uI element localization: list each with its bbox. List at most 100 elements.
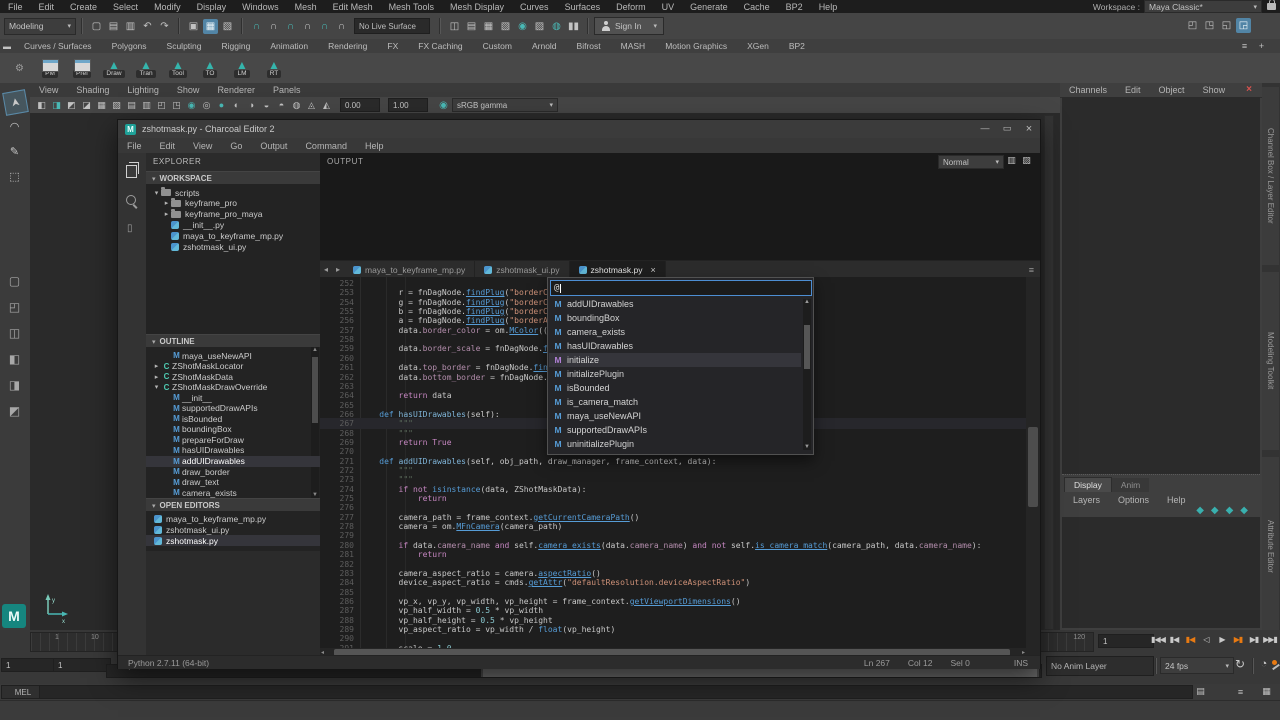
sidebar-tab-modeling-toolkit[interactable]: Modeling Toolkit [1262, 272, 1279, 452]
outline-item-zshotmasklocator[interactable]: ▸CZShotMaskLocator [146, 361, 320, 372]
step-forward-frame-icon[interactable]: ▶▮ [1247, 632, 1261, 646]
workspace-item-init-py[interactable]: __init__.py [146, 219, 336, 230]
anim-layer-field[interactable]: No Anim Layer [1046, 656, 1154, 676]
gamma-field[interactable]: 1.00 [388, 98, 428, 112]
explorer-icon[interactable] [126, 165, 137, 180]
shelf-tab-sculpting[interactable]: Sculpting [157, 41, 212, 51]
modeling-toolkit-toggle-icon[interactable]: ◱ [1219, 18, 1234, 33]
channel-box-toggle-icon[interactable]: ◲ [1236, 18, 1251, 33]
shelf-item-pm[interactable]: PM [35, 59, 65, 78]
menu-uv[interactable]: UV [654, 2, 683, 12]
layer-menu-layers[interactable]: Layers [1064, 495, 1109, 505]
select-hierarchy-icon[interactable]: ▣ [186, 19, 201, 34]
open-editor-maya-to-keyframe-mp-py[interactable]: maya_to_keyframe_mp.py [146, 513, 328, 524]
menu-mesh-display[interactable]: Mesh Display [442, 2, 512, 12]
workspace-item-scripts[interactable]: ▾scripts [146, 187, 326, 198]
workspace-item-keyframe-pro-maya[interactable]: ▸keyframe_pro_maya [146, 209, 336, 220]
layer-tab-anim[interactable]: Anim [1112, 478, 1149, 492]
live-surface-field[interactable]: No Live Surface [354, 18, 430, 34]
open-editor-zshotmask-py[interactable]: zshotmask.py [146, 535, 328, 546]
autocomplete-item-isbounded[interactable]: MisBounded [549, 381, 801, 395]
channel-menu-show[interactable]: Show [1194, 85, 1235, 95]
panel-menu-lighting[interactable]: Lighting [118, 85, 168, 95]
workspace-item-zshotmask-ui-py[interactable]: zshotmask_ui.py [146, 241, 336, 252]
new-layer-icon[interactable]: ◆ [1196, 505, 1204, 516]
viewport-icon-10[interactable]: ◳ [170, 98, 183, 113]
color-management-icon[interactable]: ◉ [436, 98, 451, 113]
shelf-tab-rendering[interactable]: Rendering [318, 41, 377, 51]
editor-tab-zshotmask-ui-py[interactable]: zshotmask_ui.py [475, 261, 569, 278]
custom-layout-icon[interactable]: ◩ [5, 403, 24, 418]
snap-point-icon[interactable]: ∩ [283, 19, 298, 34]
attribute-editor-toggle-icon[interactable]: ◳ [1202, 18, 1217, 33]
menu-mesh[interactable]: Mesh [287, 2, 325, 12]
evaluation-mode-icon[interactable] [1272, 660, 1280, 670]
channel-box-area[interactable] [1062, 97, 1260, 474]
channel-menu-edit[interactable]: Edit [1116, 85, 1150, 95]
chevron-right-icon[interactable]: ▸ [162, 199, 171, 207]
panel-menu-panels[interactable]: Panels [264, 85, 310, 95]
viewport-icon-9[interactable]: ◰ [155, 98, 168, 113]
render-view-icon[interactable]: ◫ [447, 19, 462, 34]
editor-menu-go[interactable]: Go [221, 141, 251, 151]
editor-menu-output[interactable]: Output [251, 141, 296, 151]
command-input[interactable] [39, 685, 1193, 699]
viewport-icon-4[interactable]: ◪ [80, 98, 93, 113]
show-help-line-icon[interactable]: ▦ [1259, 684, 1274, 699]
panel-menu-view[interactable]: View [30, 85, 67, 95]
sign-in-button[interactable]: Sign In ▾ [594, 17, 664, 35]
autocomplete-input[interactable]: @ [550, 280, 812, 296]
popup-scrollbar[interactable]: ▲ ▼ [803, 299, 811, 450]
sidebar-tab-channel-box-layer-editor[interactable]: Channel Box / Layer Editor [1262, 87, 1279, 267]
panel-menu-show[interactable]: Show [168, 85, 209, 95]
lasso-tool-icon[interactable]: ◠ [4, 116, 25, 137]
move-layer-down-icon[interactable]: ◆ [1240, 505, 1248, 516]
viewport-icon-18[interactable]: ◍ [290, 98, 303, 113]
render-sphere-icon[interactable]: ◉ [515, 19, 530, 34]
command-history-icon[interactable]: ≡ [1233, 684, 1248, 699]
shelf-item-tool[interactable]: ▲Tool [163, 59, 193, 78]
open-editor-zshotmask-ui-py[interactable]: zshotmask_ui.py [146, 524, 328, 535]
shelf-collapse-icon[interactable]: ▬ [1, 39, 13, 54]
menu-mesh-tools[interactable]: Mesh Tools [381, 2, 442, 12]
outline-item-boundingbox[interactable]: MboundingBox [146, 424, 320, 435]
step-forward-key-icon[interactable]: ▶▮ [1231, 632, 1245, 646]
shelf-tab-animation[interactable]: Animation [260, 41, 318, 51]
step-back-key-icon[interactable]: ▮◀ [1183, 632, 1197, 646]
split-layout-icon[interactable]: ◧ [5, 351, 24, 366]
shelf-tab-bifrost[interactable]: Bifrost [567, 41, 611, 51]
viewport-icon-1[interactable]: ◧ [35, 98, 48, 113]
close-button[interactable]: × [1018, 123, 1040, 135]
shelf-tab-custom[interactable]: Custom [473, 41, 522, 51]
menu-create[interactable]: Create [62, 2, 105, 12]
viewport-icon-15[interactable]: ◑ [245, 98, 258, 113]
menu-windows[interactable]: Windows [234, 2, 287, 12]
charcoal-titlebar[interactable]: M zshotmask.py - Charcoal Editor 2 — ▭ × [118, 120, 1040, 139]
outline-item-draw-text[interactable]: Mdraw_text [146, 477, 320, 488]
menu-select[interactable]: Select [105, 2, 146, 12]
search-icon[interactable] [126, 195, 136, 207]
menu-surfaces[interactable]: Surfaces [557, 2, 609, 12]
menu-deform[interactable]: Deform [608, 2, 654, 12]
scrollbar-thumb[interactable] [1028, 427, 1038, 507]
save-output-icon[interactable]: ▥ [1005, 154, 1018, 167]
shelf-config-icon[interactable]: + [1254, 39, 1269, 54]
go-to-start-icon[interactable]: ▮◀◀ [1151, 632, 1165, 646]
scroll-down-icon[interactable]: ▼ [804, 444, 810, 450]
menu-generate[interactable]: Generate [682, 2, 736, 12]
autocomplete-item-camera-exists[interactable]: Mcamera_exists [549, 325, 801, 339]
render-current-frame-icon[interactable]: ▤ [464, 19, 479, 34]
sidebar-tab-attribute-editor[interactable]: Attribute Editor [1262, 457, 1279, 637]
viewport-icon-7[interactable]: ▤ [125, 98, 138, 113]
shelf-tab-fx[interactable]: FX [377, 41, 408, 51]
viewport-icon-13[interactable]: ● [215, 98, 228, 113]
shelf-item-lm[interactable]: ▲LM [227, 59, 257, 78]
shelf-gear-icon[interactable]: ⚙ [12, 61, 27, 76]
exposure-field[interactable]: 0.00 [340, 98, 380, 112]
close-icon[interactable]: × [1246, 84, 1252, 95]
chevron-down-icon[interactable]: ▾ [152, 383, 161, 391]
shelf-tab-bp2[interactable]: BP2 [779, 41, 815, 51]
outline-item-preparefordraw[interactable]: MprepareForDraw [146, 434, 320, 445]
menu-display[interactable]: Display [189, 2, 235, 12]
outline-item-supporteddrawapis[interactable]: MsupportedDrawAPIs [146, 403, 320, 414]
